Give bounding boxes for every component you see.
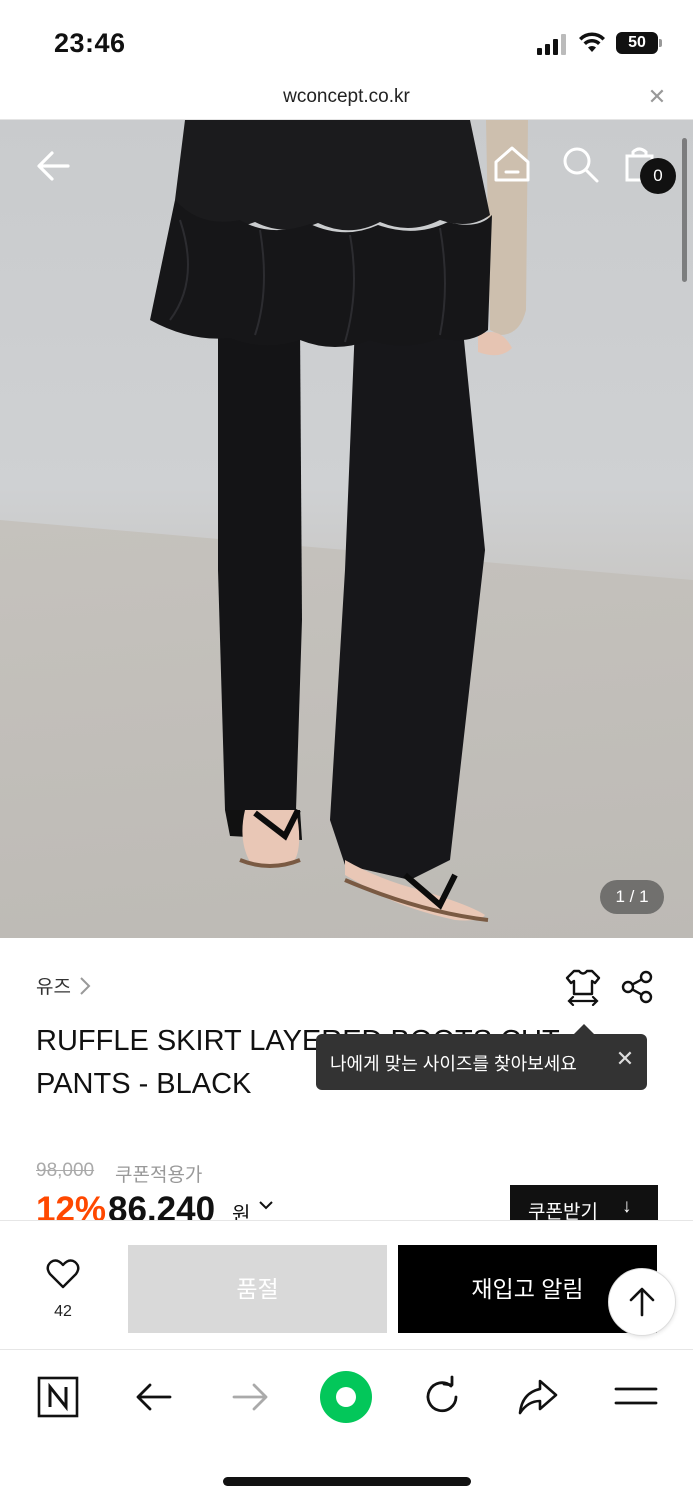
scrollbar[interactable] [682,138,687,282]
like-button[interactable]: 42 [38,1259,88,1329]
naver-icon[interactable] [34,1373,82,1421]
chevron-down-icon[interactable] [258,1200,274,1210]
image-page-indicator: 1 / 1 [600,880,664,914]
size-guide-icon[interactable] [565,968,601,1006]
close-icon[interactable]: ✕ [646,86,668,108]
url-bar[interactable]: wconcept.co.kr ✕ [0,80,693,120]
purchase-action-bar: 42 품절 재입고 알림 [0,1220,693,1350]
heart-icon [46,1259,80,1289]
cellular-signal-icon [537,33,569,55]
battery-icon: 50 [616,32,658,54]
browser-back-icon[interactable] [130,1373,178,1421]
close-icon[interactable]: ✕ [614,1048,636,1070]
currency: 원 [232,1204,251,1222]
final-price: 86,240 [108,1190,216,1222]
get-coupon-button[interactable]: 쿠폰받기 ↓ [510,1185,658,1221]
brand-name[interactable]: 유즈 [36,972,71,999]
chevron-right-icon [80,976,91,995]
status-bar: 23:46 50 [0,0,693,80]
coupon-price-label: 쿠폰적용가 [115,1165,203,1186]
url-text[interactable]: wconcept.co.kr [0,86,693,108]
like-count: 42 [54,1303,72,1320]
reload-icon[interactable] [418,1373,466,1421]
share-icon[interactable] [620,970,654,1004]
battery-level: 50 [628,34,646,51]
tooltip-text: 나에게 맞는 사이즈를 찾아보세요 [330,1054,577,1074]
share-forward-icon[interactable] [514,1373,562,1421]
product-photo [150,120,528,922]
original-price: 98,000 [36,1160,95,1181]
green-dot-icon[interactable] [318,1369,374,1425]
home-indicator[interactable] [223,1477,471,1486]
status-time: 23:46 [54,28,126,58]
cart-count-badge[interactable]: 0 [640,158,676,194]
product-top-nav: 0 [0,120,693,210]
back-arrow-icon[interactable] [34,146,74,186]
scroll-to-top-button[interactable] [608,1268,676,1336]
battery-cap [659,39,662,47]
menu-icon[interactable] [612,1373,660,1421]
price-row: 12% 86,240 원 [36,1190,336,1222]
brand-link[interactable]: 유즈 [36,972,91,999]
soldout-button[interactable]: 품절 [128,1245,387,1333]
discount-rate: 12% [36,1190,107,1222]
browser-toolbar [0,1351,693,1500]
browser-forward-icon[interactable] [226,1373,274,1421]
search-icon[interactable] [560,144,600,184]
arrow-up-icon [629,1287,655,1317]
home-icon[interactable] [492,144,532,184]
product-image[interactable]: 0 1 / 1 [0,120,693,938]
size-tooltip: 나에게 맞는 사이즈를 찾아보세요 ✕ [316,1024,647,1090]
wifi-icon [579,32,605,52]
coupon-button-label: 쿠폰받기 [528,1202,598,1221]
download-arrow-icon: ↓ [622,1196,632,1217]
